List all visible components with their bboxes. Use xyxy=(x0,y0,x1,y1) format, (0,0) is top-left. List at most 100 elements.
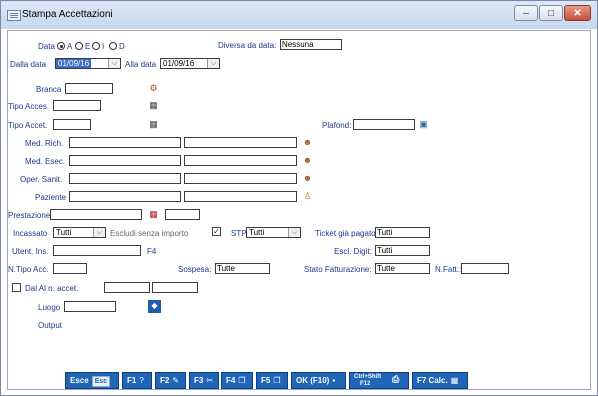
med-esec-label: Med. Esec. xyxy=(25,157,66,166)
paziente-code-field[interactable] xyxy=(69,191,181,202)
radio-e-label: E xyxy=(85,42,91,51)
sospesa-field[interactable]: Tutte xyxy=(215,263,270,274)
ok-label: OK (F10) xyxy=(296,376,330,385)
save-icon: ▪ xyxy=(332,376,336,385)
lookup-person-icon[interactable]: ⚙ xyxy=(147,82,160,95)
utent-ins-label: Utent. Ins. xyxy=(12,247,49,256)
plafond-field[interactable] xyxy=(353,119,415,130)
tipo-acces-label: Tipo Acces. xyxy=(8,102,50,111)
f4-button[interactable]: F4 ❐ xyxy=(221,372,253,389)
esc-key-badge: Esc xyxy=(91,376,111,387)
utent-ins-field[interactable] xyxy=(53,245,141,256)
escl-digit-field[interactable]: Tutti xyxy=(375,245,430,256)
tipo-acces-field[interactable] xyxy=(53,100,101,111)
f4-label[interactable]: F4 xyxy=(147,247,156,256)
branca-label: Branca xyxy=(36,85,62,94)
calculator-icon[interactable]: ▣ xyxy=(417,118,430,131)
oper-sanit-code-field[interactable] xyxy=(69,173,181,184)
radio-a[interactable] xyxy=(57,42,65,50)
ok-f10-button[interactable]: OK (F10) ▪ xyxy=(291,372,346,389)
radio-i-label: I xyxy=(102,42,105,51)
n-fatt-field[interactable] xyxy=(461,263,509,274)
f3-button[interactable]: F3 ✂ xyxy=(189,372,219,389)
ticket-label: Ticket già pagato: xyxy=(315,229,378,238)
chevron-down-icon: ⌵ xyxy=(93,228,105,237)
med-esec-name-field[interactable] xyxy=(184,155,297,166)
n-tipo-acc-field[interactable] xyxy=(53,263,87,274)
escl-digit-label: Escl. Digit: xyxy=(334,247,372,256)
diversa-da-data-field[interactable]: Nessuna xyxy=(280,39,342,50)
prestazione-extra-field[interactable] xyxy=(165,209,200,220)
f7-calc-button[interactable]: F7 Calc. ▦ xyxy=(412,372,468,389)
diversa-da-data-label: Diversa da data: xyxy=(218,41,277,50)
close-button[interactable]: ✕ xyxy=(564,5,591,21)
f12-label: F12 xyxy=(360,381,371,387)
stato-fatt-field[interactable]: Tutte xyxy=(375,263,430,274)
doctor-icon[interactable]: ☻ xyxy=(301,172,314,185)
app-icon xyxy=(7,10,21,21)
med-rich-code-field[interactable] xyxy=(69,137,181,148)
esce-button[interactable]: Esce Esc xyxy=(65,372,119,389)
f7-label: F7 Calc. xyxy=(417,376,448,385)
print-button[interactable]: Ctrl+Shift F12 ⎙ xyxy=(349,372,409,389)
sospesa-label: Sospesa: xyxy=(178,265,212,274)
dal-n-accet-field[interactable] xyxy=(104,282,150,293)
oper-sanit-name-field[interactable] xyxy=(184,173,297,184)
stp-label: STP xyxy=(231,229,247,238)
stp-combo[interactable]: Tutti ⌵ xyxy=(246,227,301,238)
building-icon[interactable]: ▦ xyxy=(147,118,160,131)
med-rich-name-field[interactable] xyxy=(184,137,297,148)
radio-e[interactable] xyxy=(75,42,83,50)
dalla-data-label: Dalla data xyxy=(10,60,47,69)
esce-label: Esce xyxy=(70,376,89,385)
tipo-accet-field[interactable] xyxy=(53,119,91,130)
dalla-data-combo[interactable]: 01/09/16 ⌵ xyxy=(55,58,121,69)
incassato-value: Tutti xyxy=(56,228,72,237)
data-label: Data xyxy=(38,42,55,51)
f1-button[interactable]: F1? xyxy=(122,372,152,389)
doctor-icon[interactable]: ☻ xyxy=(301,154,314,167)
dal-al-checkbox[interactable] xyxy=(12,283,21,292)
paziente-name-field[interactable] xyxy=(184,191,297,202)
globe-icon[interactable]: ◆ xyxy=(148,300,161,313)
f4-button-label: F4 xyxy=(226,376,236,385)
branca-field[interactable] xyxy=(65,83,113,94)
patient-icon[interactable]: ♙ xyxy=(301,190,314,203)
form-panel: Data A E I D Diversa da data: Nessuna Da… xyxy=(7,30,591,390)
window-title: Stampa Accettazioni xyxy=(22,9,113,20)
help-icon: ? xyxy=(139,376,144,385)
f5-button[interactable]: F5 ❐ xyxy=(256,372,288,389)
f5-label: F5 xyxy=(261,376,271,385)
med-esec-code-field[interactable] xyxy=(69,155,181,166)
alla-data-combo[interactable]: 01/09/16 ⌵ xyxy=(160,58,220,69)
radio-i[interactable] xyxy=(92,42,100,50)
radio-d[interactable] xyxy=(109,42,117,50)
stp-value: Tutti xyxy=(249,228,265,237)
paziente-label: Paziente xyxy=(35,193,67,202)
grid-icon[interactable]: ▦ xyxy=(147,208,160,221)
chevron-down-icon: ⌵ xyxy=(207,59,219,68)
f2-button[interactable]: F2 ✎ xyxy=(155,372,186,389)
n-fatt-label: N.Fatt.: xyxy=(435,265,462,274)
doctor-icon[interactable]: ☻ xyxy=(301,136,314,149)
maximize-button[interactable]: □ xyxy=(539,5,563,21)
app-window: Stampa Accettazioni ‒ □ ✕ Data A E I D D… xyxy=(0,0,598,396)
building-icon[interactable]: ▦ xyxy=(147,99,160,112)
f3-label: F3 xyxy=(194,376,204,385)
luogo-field[interactable] xyxy=(64,301,116,312)
ticket-field[interactable]: Tutti xyxy=(375,227,430,238)
minimize-button[interactable]: ‒ xyxy=(514,5,538,21)
output-label: Output xyxy=(38,321,63,330)
al-n-accet-field[interactable] xyxy=(152,282,198,293)
prestazione-field[interactable] xyxy=(50,209,142,220)
dal-al-label: Dal Al n. accet. xyxy=(25,284,79,293)
title-bar: Stampa Accettazioni ‒ □ ✕ xyxy=(1,1,597,29)
f2-label: F2 xyxy=(160,376,170,385)
tipo-accet-label: Tipo Accet. xyxy=(8,121,48,130)
incassato-combo[interactable]: Tutti ⌵ xyxy=(53,227,106,238)
escludi-checkbox[interactable]: ✓ xyxy=(212,227,221,236)
f1-label: F1 xyxy=(127,376,137,385)
dalla-data-value: 01/09/16 xyxy=(56,59,92,68)
radio-a-label: A xyxy=(67,42,73,51)
chevron-down-icon: ⌵ xyxy=(288,228,300,237)
